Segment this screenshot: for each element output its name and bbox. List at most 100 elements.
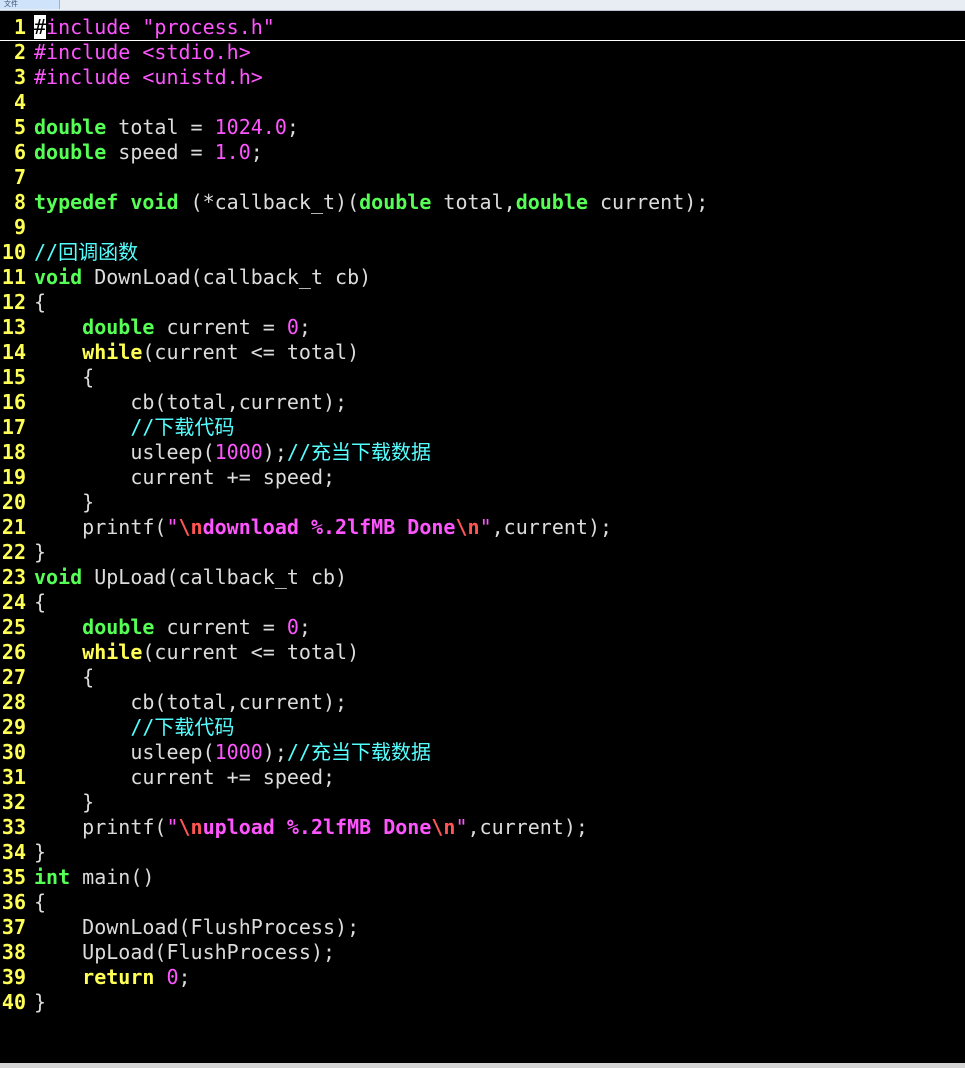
code-token: ); — [262, 740, 287, 764]
code-line[interactable]: 9 — [0, 215, 965, 240]
code-line[interactable]: 39 return 0; — [0, 965, 965, 990]
code-token: total = — [106, 115, 215, 139]
code-text: cb(total,current); — [34, 690, 347, 714]
code-line[interactable]: 38 UpLoad(FlushProcess); — [0, 940, 965, 965]
code-token: 1000 — [214, 740, 263, 764]
code-line[interactable]: 14 while(current <= total) — [0, 340, 965, 365]
code-text: #include <unistd.h> — [34, 65, 263, 89]
code-line[interactable]: 1 #include "process.h" — [0, 15, 965, 41]
code-text: double current = 0; — [34, 615, 311, 639]
code-token: <stdio.h> — [142, 40, 251, 64]
code-token: usleep( — [34, 440, 215, 464]
code-text: printf("\nupload %.2lfMB Done\n",current… — [34, 815, 588, 839]
code-line[interactable]: 31 current += speed; — [0, 765, 965, 790]
line-number: 17 — [1, 415, 26, 439]
code-line[interactable]: 4 — [0, 90, 965, 115]
file-tab[interactable]: 文件 — [0, 0, 60, 9]
line-number: 4 — [13, 90, 26, 114]
line-number: 8 — [13, 190, 26, 214]
code-text: } — [34, 840, 46, 864]
code-line[interactable]: 37 DownLoad(FlushProcess); — [0, 915, 965, 940]
code-line[interactable]: 20 } — [0, 490, 965, 515]
code-line[interactable]: 27 { — [0, 665, 965, 690]
code-line[interactable]: 36 { — [0, 890, 965, 915]
code-line[interactable]: 25 double current = 0; — [0, 615, 965, 640]
line-number: 1 — [13, 15, 26, 39]
code-token: UpLoad(FlushProcess); — [34, 940, 336, 964]
line-number: 20 — [1, 490, 26, 514]
code-token: { — [34, 890, 47, 914]
code-line[interactable]: 17 //下载代码 — [0, 415, 965, 440]
code-text: while(current <= total) — [34, 640, 359, 664]
line-number: 12 — [1, 290, 26, 314]
code-line[interactable]: 5 double total = 1024.0; — [0, 115, 965, 140]
code-text: usleep(1000);//充当下载数据 — [34, 740, 431, 764]
code-line[interactable]: 19 current += speed; — [0, 465, 965, 490]
code-line[interactable]: 11 void DownLoad(callback_t cb) — [0, 265, 965, 290]
code-line[interactable]: 3 #include <unistd.h> — [0, 65, 965, 90]
code-text: double current = 0; — [34, 315, 311, 339]
code-line[interactable]: 32 } — [0, 790, 965, 815]
code-text: //回调函数 — [34, 240, 138, 264]
code-line[interactable]: 22} — [0, 540, 965, 565]
code-token: usleep( — [34, 740, 215, 764]
line-number: 10 — [1, 240, 26, 264]
code-line[interactable]: 33 printf("\nupload %.2lfMB Done\n",curr… — [0, 815, 965, 840]
code-token: { — [34, 290, 47, 314]
code-line[interactable]: 21 printf("\ndownload %.2lfMB Done\n",cu… — [0, 515, 965, 540]
code-line[interactable]: 18 usleep(1000);//充当下载数据 — [0, 440, 965, 465]
line-number: 19 — [1, 465, 26, 489]
code-token: DownLoad(FlushProcess); — [34, 915, 360, 939]
code-editor[interactable]: 1 #include "process.h" 2 #include <stdio.h>… — [0, 15, 965, 1063]
code-line[interactable]: 8 typedef void (*callback_t)(double total… — [0, 190, 965, 215]
code-token: 1024.0 — [214, 115, 287, 139]
code-line[interactable]: 29 //下载代码 — [0, 715, 965, 740]
code-line[interactable]: 34} — [0, 840, 965, 865]
code-line[interactable]: 30 usleep(1000);//充当下载数据 — [0, 740, 965, 765]
code-token: //回调函数 — [34, 240, 139, 264]
code-text: current += speed; — [34, 465, 335, 489]
code-line[interactable]: 2 #include <stdio.h> — [0, 40, 965, 65]
code-line[interactable]: 10 //回调函数 — [0, 240, 965, 265]
code-line[interactable]: 15 { — [0, 365, 965, 390]
code-token: } — [34, 990, 47, 1014]
code-token: while — [82, 640, 143, 664]
code-line[interactable]: 12 { — [0, 290, 965, 315]
code-line[interactable]: 24 { — [0, 590, 965, 615]
code-text: { — [34, 590, 46, 614]
code-token: int — [34, 865, 71, 889]
code-token: DownLoad(callback_t cb) — [82, 265, 372, 289]
code-line[interactable]: 26 while(current <= total) — [0, 640, 965, 665]
code-token: double — [34, 115, 107, 139]
code-token: " — [455, 815, 468, 839]
code-text: //下载代码 — [34, 415, 234, 439]
code-token: //充当下载数据 — [286, 740, 431, 764]
code-token: ,current); — [467, 815, 588, 839]
line-number: 9 — [13, 215, 26, 239]
code-token: } — [34, 790, 95, 814]
line-number: 15 — [1, 365, 26, 389]
code-token: cb(total,current); — [34, 690, 348, 714]
code-line[interactable]: 16 cb(total,current); — [0, 390, 965, 415]
code-line[interactable]: 13 double current = 0; — [0, 315, 965, 340]
line-number: 32 — [1, 790, 26, 814]
code-line[interactable]: 7 — [0, 165, 965, 190]
code-token: #include — [34, 40, 143, 64]
code-token: \n — [178, 515, 203, 539]
code-token: ,current); — [491, 515, 613, 539]
code-token: include — [46, 15, 143, 39]
code-token: 0 — [286, 315, 299, 339]
code-text: } — [34, 990, 46, 1014]
code-line[interactable]: 40} — [0, 990, 965, 1015]
code-line[interactable]: 35 int main() — [0, 865, 965, 890]
code-line[interactable]: 6 double speed = 1.0; — [0, 140, 965, 165]
code-line[interactable]: 23 void UpLoad(callback_t cb) — [0, 565, 965, 590]
code-line[interactable]: 28 cb(total,current); — [0, 690, 965, 715]
